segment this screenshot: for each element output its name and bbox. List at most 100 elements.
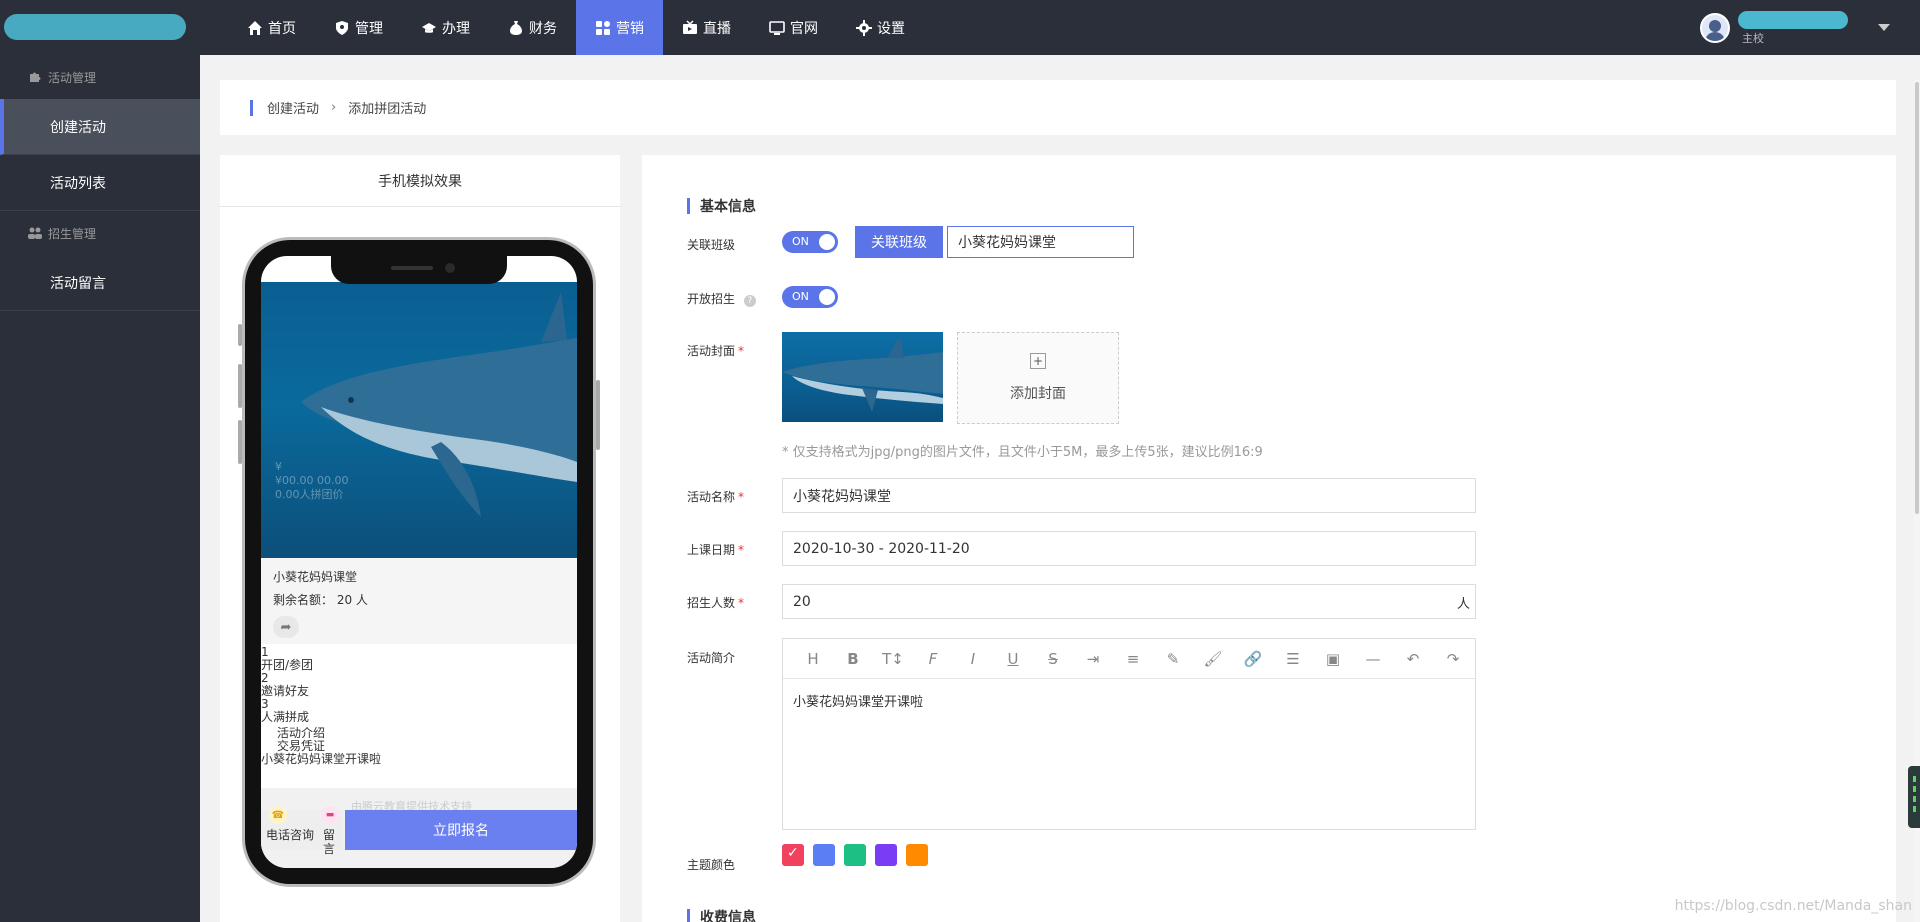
- line-height-icon[interactable]: ≡: [1113, 645, 1153, 673]
- undo-icon[interactable]: ↶: [1393, 645, 1433, 673]
- users-icon: [28, 227, 42, 239]
- section-accent: [687, 198, 690, 214]
- theme-color-green[interactable]: [844, 844, 866, 866]
- phone-call-icon[interactable]: ☎: [269, 806, 287, 824]
- nav-manage[interactable]: 管理: [315, 0, 402, 55]
- phone-preview-title: 手机模拟效果: [220, 155, 620, 207]
- section-fee-info-title: 收费信息: [700, 910, 756, 922]
- message-label[interactable]: 留言: [323, 828, 337, 856]
- theme-color-blue[interactable]: [813, 844, 835, 866]
- nav-settings[interactable]: 设置: [837, 0, 924, 55]
- sidebar-item-activity-list[interactable]: 活动列表: [0, 155, 200, 211]
- hero-price-currency: ¥: [275, 460, 282, 473]
- nav-live[interactable]: 直播: [663, 0, 750, 55]
- sidebar-group-activity: 活动管理: [0, 55, 200, 99]
- align-icon[interactable]: ☰: [1273, 645, 1313, 673]
- sidebar-item-label: 活动留言: [50, 275, 106, 292]
- horizontal-rule-icon[interactable]: —: [1353, 645, 1393, 673]
- puzzle-icon: [30, 72, 41, 82]
- nav-handle[interactable]: 办理: [402, 0, 489, 55]
- floating-widget[interactable]: [1908, 766, 1920, 828]
- font-family-icon[interactable]: F: [913, 645, 953, 673]
- breadcrumb-add-group-activity: 添加拼团活动: [348, 102, 427, 117]
- hero-image-shark: ¥ ¥00.00 00.00 0.00人拼团价: [261, 282, 577, 558]
- logo[interactable]: [0, 0, 200, 55]
- step-label: 邀请好友: [261, 684, 310, 698]
- link-icon[interactable]: 🔗: [1233, 645, 1273, 673]
- enroll-count-input[interactable]: 20: [782, 584, 1476, 619]
- class-date-range-input[interactable]: 2020-10-30 - 2020-11-20: [782, 531, 1476, 566]
- sidebar-item-activity-messages[interactable]: 活动留言: [0, 255, 200, 311]
- hero-price-overlay: ¥ ¥00.00 00.00 0.00人拼团价: [275, 460, 348, 502]
- required-mark: *: [738, 543, 745, 557]
- rich-text-editor[interactable]: H B T↕ F I U S ⇥ ≡ ✎ 🖌 🔗 ☰ ▣ — ↶ ↷ 小葵花妈妈…: [782, 638, 1476, 830]
- chevron-down-icon[interactable]: [1878, 24, 1890, 31]
- main-nav: 首页 管理 办理 财务 营销 直播 官网 设置: [228, 0, 924, 55]
- nav-finance[interactable]: 财务: [489, 0, 576, 55]
- theme-color-red[interactable]: [782, 844, 804, 866]
- nav-home[interactable]: 首页: [228, 0, 315, 55]
- add-cover-label: 添加封面: [1010, 386, 1066, 402]
- breadcrumb-create-activity[interactable]: 创建活动: [267, 98, 319, 117]
- class-date-label: 上课日期 *: [687, 541, 744, 558]
- enroll-count-label-text: 招生人数: [687, 596, 736, 610]
- italic-icon[interactable]: I: [953, 645, 993, 673]
- activity-name: 小葵花妈妈课堂: [273, 570, 358, 584]
- nav-website[interactable]: 官网: [750, 0, 837, 55]
- nav-finance-label: 财务: [529, 20, 557, 37]
- activity-intro-text: 小葵花妈妈课堂开课啦: [261, 752, 382, 766]
- activity-name-input[interactable]: 小葵花妈妈课堂: [782, 478, 1476, 513]
- add-cover-button[interactable]: + 添加封面: [957, 332, 1119, 424]
- page-scrollbar-thumb[interactable]: [1915, 82, 1919, 514]
- nav-handle-label: 办理: [442, 20, 470, 37]
- user-menu[interactable]: 主校: [1700, 0, 1890, 55]
- underline-icon[interactable]: U: [993, 645, 1033, 673]
- linked-class-value: 小葵花妈妈课堂: [958, 235, 1056, 251]
- avatar[interactable]: [1700, 12, 1730, 43]
- brush-icon[interactable]: 🖌: [1193, 645, 1233, 673]
- cover-label: 活动封面 *: [687, 342, 744, 359]
- linked-class-field[interactable]: 小葵花妈妈课堂: [947, 226, 1134, 258]
- class-date-label-text: 上课日期: [687, 543, 736, 557]
- shark-thumbnail: [782, 336, 943, 412]
- remaining-label: 剩余名额：: [273, 593, 334, 607]
- top-navbar: 首页 管理 办理 财务 营销 直播 官网 设置 主校: [0, 0, 1920, 55]
- nav-settings-label: 设置: [877, 20, 905, 37]
- share-icon[interactable]: ➦: [273, 616, 299, 638]
- indent-icon[interactable]: ⇥: [1073, 645, 1113, 673]
- bold-icon[interactable]: B: [833, 645, 873, 673]
- section-accent: [687, 909, 690, 922]
- font-size-icon[interactable]: T↕: [873, 645, 913, 673]
- editor-toolbar: H B T↕ F I U S ⇥ ≡ ✎ 🖌 🔗 ☰ ▣ — ↶ ↷: [783, 639, 1475, 679]
- heading-icon[interactable]: H: [793, 645, 833, 673]
- nav-marketing[interactable]: 营销: [576, 0, 663, 55]
- phone-screen: ¥ ¥00.00 00.00 0.00人拼团价 小葵花妈妈课堂 剩余名额： 20…: [261, 256, 577, 868]
- redo-icon[interactable]: ↷: [1433, 645, 1473, 673]
- link-class-button[interactable]: 关联班级: [855, 226, 943, 258]
- open-enroll-toggle[interactable]: ON: [782, 286, 838, 308]
- remaining-seats: 剩余名额： 20 人: [273, 591, 565, 608]
- editor-content[interactable]: 小葵花妈妈课堂开课啦: [783, 679, 1475, 722]
- theme-color-purple[interactable]: [875, 844, 897, 866]
- sidebar-group-label: 活动管理: [48, 70, 97, 85]
- signup-now-button[interactable]: 立即报名: [345, 810, 577, 850]
- money-bag-icon: [510, 20, 522, 35]
- strikethrough-icon[interactable]: S: [1033, 645, 1073, 673]
- link-class-toggle[interactable]: ON: [782, 231, 838, 253]
- link-class-label: 关联班级: [687, 238, 736, 252]
- theme-color-orange[interactable]: [906, 844, 928, 866]
- sidebar-group-label: 招生管理: [48, 226, 97, 241]
- eraser-icon[interactable]: ✎: [1153, 645, 1193, 673]
- enroll-count-label: 招生人数 *: [687, 594, 744, 611]
- phone-side-button: [596, 380, 600, 450]
- section-basic-info: 基本信息: [687, 196, 756, 216]
- step-label: 开团/参团: [261, 658, 314, 672]
- cover-image-thumbnail[interactable]: [782, 332, 943, 422]
- watermark: https://blog.csdn.net/Manda_shan: [1674, 898, 1912, 914]
- required-mark: *: [738, 490, 745, 504]
- image-icon[interactable]: ▣: [1313, 645, 1353, 673]
- call-consult-label[interactable]: 电话咨询: [266, 828, 314, 842]
- sidebar-item-create-activity[interactable]: 创建活动: [0, 99, 200, 155]
- message-icon[interactable]: ▬: [321, 806, 339, 824]
- help-icon[interactable]: ?: [743, 295, 756, 307]
